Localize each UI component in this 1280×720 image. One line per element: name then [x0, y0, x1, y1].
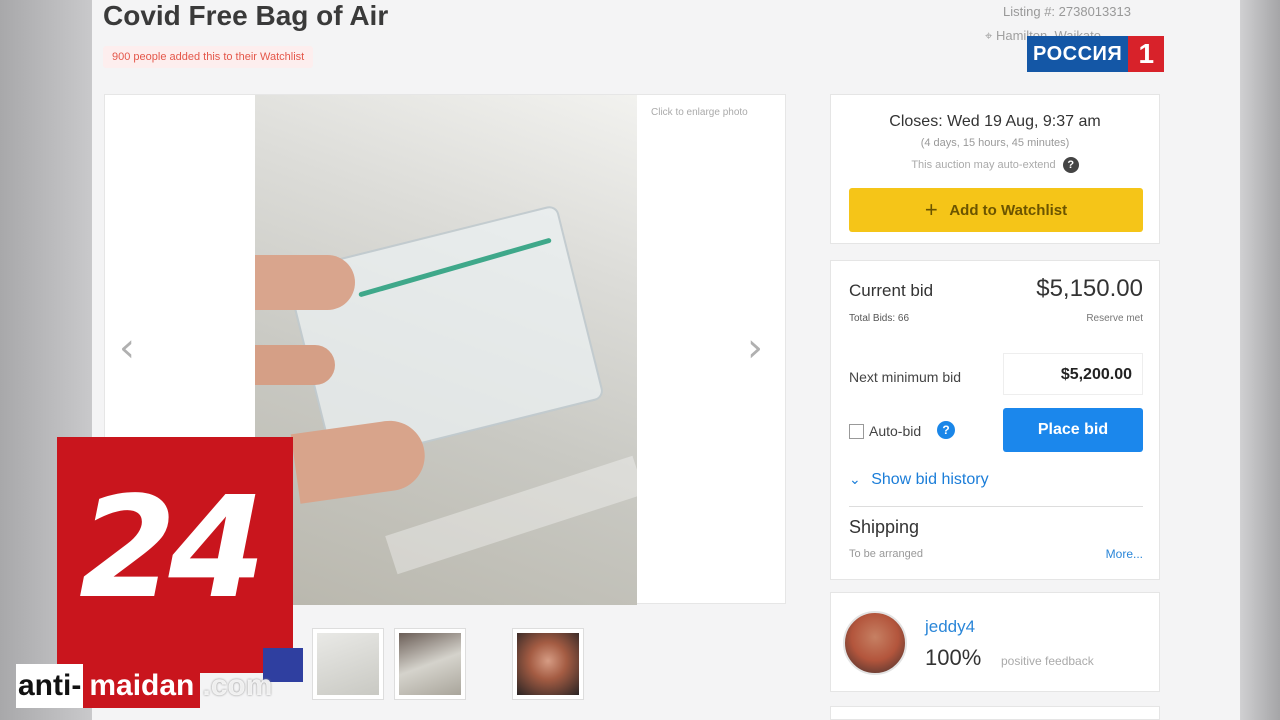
watermark-anti: anti- [16, 664, 84, 708]
show-bid-history-label: Show bid history [871, 471, 989, 488]
thumbnail-image [317, 633, 379, 695]
rossiya-1-logo: РОССИЯ 1 [1027, 36, 1165, 72]
shipping-label: Shipping [849, 517, 920, 537]
plus-icon: + [924, 197, 938, 222]
background-right [1240, 0, 1280, 720]
watermark-com: .com [202, 669, 273, 702]
shipping-value: To be arranged [849, 548, 923, 560]
thumbnail-image [517, 633, 579, 695]
photo-hand [255, 345, 335, 385]
chevron-down-icon: ⌄ [849, 471, 861, 487]
feedback-label: positive feedback [1001, 654, 1094, 668]
rossiya-24-logo: 24 [57, 437, 293, 673]
seller-avatar[interactable] [843, 611, 907, 675]
auto-bid-checkbox[interactable] [849, 424, 864, 439]
thumbnail-image [399, 633, 461, 695]
rossiya-logo-word: РОССИЯ [1027, 36, 1129, 72]
current-bid-value: $5,150.00 [1036, 275, 1143, 302]
enlarge-photo-link[interactable]: Click to enlarge photo [651, 107, 748, 118]
next-minimum-bid-label: Next minimum bid [849, 369, 962, 385]
location-pin-icon: ⌖ [985, 28, 993, 43]
thumbnail[interactable] [512, 628, 584, 700]
auto-extend-note: This auction may auto-extend ? [831, 157, 1159, 173]
thumbnail[interactable] [312, 628, 384, 700]
next-photo-chevron-icon[interactable]: › [747, 325, 763, 371]
seller-name-link[interactable]: jeddy4 [925, 617, 975, 637]
auction-close-panel: Closes: Wed 19 Aug, 9:37 am (4 days, 15 … [830, 94, 1160, 244]
photo-hand [290, 416, 430, 504]
show-bid-history-link[interactable]: ⌄ Show bid history [849, 471, 989, 489]
bid-amount-input[interactable]: $5,200.00 [1003, 353, 1143, 395]
rossiya-logo-number: 1 [1128, 36, 1165, 72]
add-to-watchlist-button[interactable]: + Add to Watchlist [849, 188, 1143, 232]
photo-glare [385, 455, 637, 575]
watermark-maidan: maidan [83, 664, 201, 708]
photo-hand [255, 255, 355, 310]
help-icon[interactable]: ? [1062, 157, 1079, 173]
photo-bag [284, 204, 606, 466]
place-bid-button[interactable]: Place bid [1003, 408, 1143, 452]
watchlist-count-badge: 900 people added this to their Watchlist [103, 46, 314, 68]
prev-photo-chevron-icon[interactable]: ‹ [119, 325, 135, 371]
main-photo[interactable] [255, 95, 637, 605]
add-to-watchlist-label: Add to Watchlist [949, 202, 1068, 219]
listing-number: Listing #: 2738013313 [1003, 4, 1131, 19]
logo-24-text: 24 [79, 467, 266, 630]
divider [849, 506, 1143, 507]
bid-panel: Current bid $5,150.00 Total Bids: 66 Res… [830, 260, 1160, 580]
seller-panel: jeddy4 100% positive feedback [830, 592, 1160, 692]
auto-bid-label: Auto-bid [869, 423, 922, 439]
shipping-more-link[interactable]: More... [1106, 547, 1143, 561]
reserve-status: Reserve met [1086, 313, 1143, 324]
total-bids: Total Bids: 66 [849, 313, 910, 324]
thumbnail[interactable] [394, 628, 466, 700]
listing-title: Covid Free Bag of Air [103, 0, 389, 31]
time-remaining: (4 days, 15 hours, 45 minutes) [920, 137, 1070, 149]
anti-maidan-watermark: anti- maidan .com [16, 656, 272, 716]
feedback-percent: 100% [925, 645, 982, 670]
next-panel-edge [830, 706, 1160, 720]
current-bid-label: Current bid [849, 281, 934, 300]
auto-extend-text: This auction may auto-extend [911, 158, 1056, 171]
closing-time: Closes: Wed 19 Aug, 9:37 am [889, 113, 1101, 130]
auto-bid-help-icon[interactable]: ? [937, 421, 955, 439]
